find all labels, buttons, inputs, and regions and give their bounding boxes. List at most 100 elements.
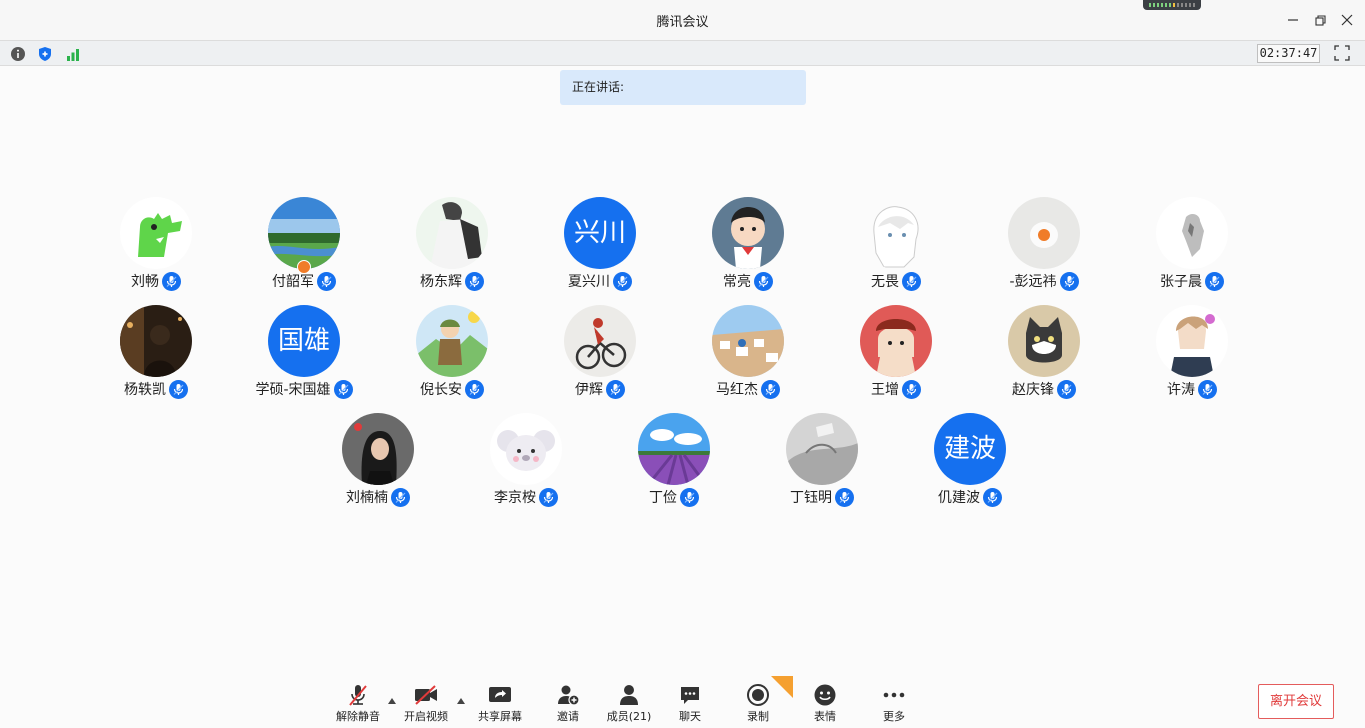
muted-mic-icon xyxy=(680,487,699,507)
participant-name-row: 李京桉 xyxy=(452,487,600,507)
restore-icon xyxy=(1315,15,1326,26)
meeting-timer: 02:37:47 xyxy=(1257,44,1320,63)
participant-avatar xyxy=(268,197,340,269)
participant-name-row: 刘畅 xyxy=(82,271,230,291)
participant-card[interactable]: 伊辉 xyxy=(526,305,674,405)
participant-name-row: 杨轶凯 xyxy=(82,379,230,399)
unmute-button[interactable]: 解除静音 xyxy=(325,682,391,726)
minimize-icon xyxy=(1288,19,1298,21)
participant-name-row: 学硕-宋国雄 xyxy=(230,379,378,399)
participant-card[interactable]: 无畏 xyxy=(822,197,970,297)
participant-name-row: -彭远祎 xyxy=(970,271,1118,291)
participant-name: 李京桉 xyxy=(494,490,536,506)
muted-mic-icon xyxy=(761,379,780,399)
muted-mic-icon xyxy=(835,487,854,507)
muted-mic-icon xyxy=(754,271,773,291)
video-options-caret-icon[interactable] xyxy=(456,690,466,704)
share-screen-button[interactable]: 共享屏幕 xyxy=(467,682,533,726)
participant-avatar: 建波 xyxy=(934,413,1006,485)
participant-avatar xyxy=(120,197,192,269)
invite-button[interactable]: 邀请 xyxy=(535,682,601,726)
participant-avatar xyxy=(416,197,488,269)
members-button[interactable]: 成员(21) xyxy=(596,682,662,726)
participant-avatar xyxy=(120,305,192,377)
participant-avatar xyxy=(1008,197,1080,269)
participant-name-row: 丁钰明 xyxy=(748,487,896,507)
participant-card[interactable]: 付韶军 xyxy=(230,197,378,297)
muted-mic-icon xyxy=(317,271,336,291)
muted-mic-icon xyxy=(169,379,188,399)
participant-card[interactable]: 建波仉建波 xyxy=(896,413,1044,513)
participant-card[interactable]: 王增 xyxy=(822,305,970,405)
participant-card[interactable]: 刘楠楠 xyxy=(304,413,452,513)
participant-card[interactable]: 李京桉 xyxy=(452,413,600,513)
participant-name-row: 赵庆锋 xyxy=(970,379,1118,399)
security-shield-icon[interactable] xyxy=(37,46,53,62)
close-button[interactable] xyxy=(1337,10,1357,30)
bottom-toolbar: 解除静音 开启视频 共享屏幕 邀请 成员(21) 聊天 录制 表情 更多 xyxy=(0,670,1365,728)
fullscreen-icon[interactable] xyxy=(1334,45,1350,61)
participant-card[interactable]: -彭远祎 xyxy=(970,197,1118,297)
participant-avatar: 兴川 xyxy=(564,197,636,269)
participant-name: 仉建波 xyxy=(938,490,980,506)
more-label: 更多 xyxy=(883,710,905,723)
participant-name-row: 倪长安 xyxy=(378,379,526,399)
participant-avatar xyxy=(860,305,932,377)
participant-card[interactable]: 赵庆锋 xyxy=(970,305,1118,405)
new-feature-badge-icon xyxy=(771,676,793,698)
participant-card[interactable]: 杨东辉 xyxy=(378,197,526,297)
participant-card[interactable]: 刘畅 xyxy=(82,197,230,297)
participant-name: 丁钰明 xyxy=(790,490,832,506)
title-bar: 腾讯会议 xyxy=(0,0,1365,40)
muted-mic-icon xyxy=(1057,379,1076,399)
restore-button[interactable] xyxy=(1310,10,1330,30)
participant-name-row: 张子晨 xyxy=(1118,271,1266,291)
participant-name: 学硕-宋国雄 xyxy=(255,382,331,398)
invite-user-icon xyxy=(558,685,580,706)
muted-mic-icon xyxy=(902,271,921,291)
participant-name: 刘楠楠 xyxy=(346,490,388,506)
participant-card[interactable]: 许涛 xyxy=(1118,305,1266,405)
muted-mic-icon xyxy=(1198,379,1217,399)
more-button[interactable]: 更多 xyxy=(861,682,927,726)
members-icon xyxy=(620,685,638,705)
chat-button[interactable]: 聊天 xyxy=(657,682,723,726)
participant-name: 赵庆锋 xyxy=(1012,382,1054,398)
leave-meeting-button[interactable]: 离开会议 xyxy=(1258,684,1334,719)
audio-level-meter xyxy=(1143,0,1201,10)
participant-name: 杨东辉 xyxy=(420,274,462,290)
participant-avatar xyxy=(786,413,858,485)
network-signal-icon[interactable] xyxy=(65,46,81,62)
emoji-button[interactable]: 表情 xyxy=(792,682,858,726)
participant-name-row: 许涛 xyxy=(1118,379,1266,399)
participant-name: 王增 xyxy=(871,382,899,398)
meeting-info-bar: 02:37:47 xyxy=(0,40,1365,66)
participant-name: 张子晨 xyxy=(1160,274,1202,290)
participant-card[interactable]: 丁钰明 xyxy=(748,413,896,513)
participant-card[interactable]: 兴川夏兴川 xyxy=(526,197,674,297)
start-video-button[interactable]: 开启视频 xyxy=(393,682,459,726)
muted-mic-icon xyxy=(162,271,181,291)
minimize-button[interactable] xyxy=(1283,10,1303,30)
participant-name-row: 丁俭 xyxy=(600,487,748,507)
participant-name: 夏兴川 xyxy=(568,274,610,290)
participant-name-row: 仉建波 xyxy=(896,487,1044,507)
muted-mic-icon xyxy=(1205,271,1224,291)
participant-avatar xyxy=(1156,305,1228,377)
share-screen-label: 共享屏幕 xyxy=(478,710,522,723)
participant-card[interactable]: 国雄 学硕-宋国雄 xyxy=(230,305,378,405)
participant-name: 伊辉 xyxy=(575,382,603,398)
participant-card[interactable]: 丁俭 xyxy=(600,413,748,513)
participant-name-row: 王增 xyxy=(822,379,970,399)
speaking-indicator: 正在讲话: xyxy=(560,70,806,105)
participant-card[interactable]: 杨轶凯 xyxy=(82,305,230,405)
participant-card[interactable]: 倪长安 xyxy=(378,305,526,405)
invite-label: 邀请 xyxy=(557,710,579,723)
muted-mic-icon xyxy=(391,487,410,507)
emoji-icon xyxy=(814,684,836,706)
participant-card[interactable]: 马红杰 xyxy=(674,305,822,405)
participant-avatar xyxy=(712,197,784,269)
info-icon[interactable] xyxy=(10,46,26,62)
participant-card[interactable]: 张子晨 xyxy=(1118,197,1266,297)
participant-card[interactable]: 常亮 xyxy=(674,197,822,297)
